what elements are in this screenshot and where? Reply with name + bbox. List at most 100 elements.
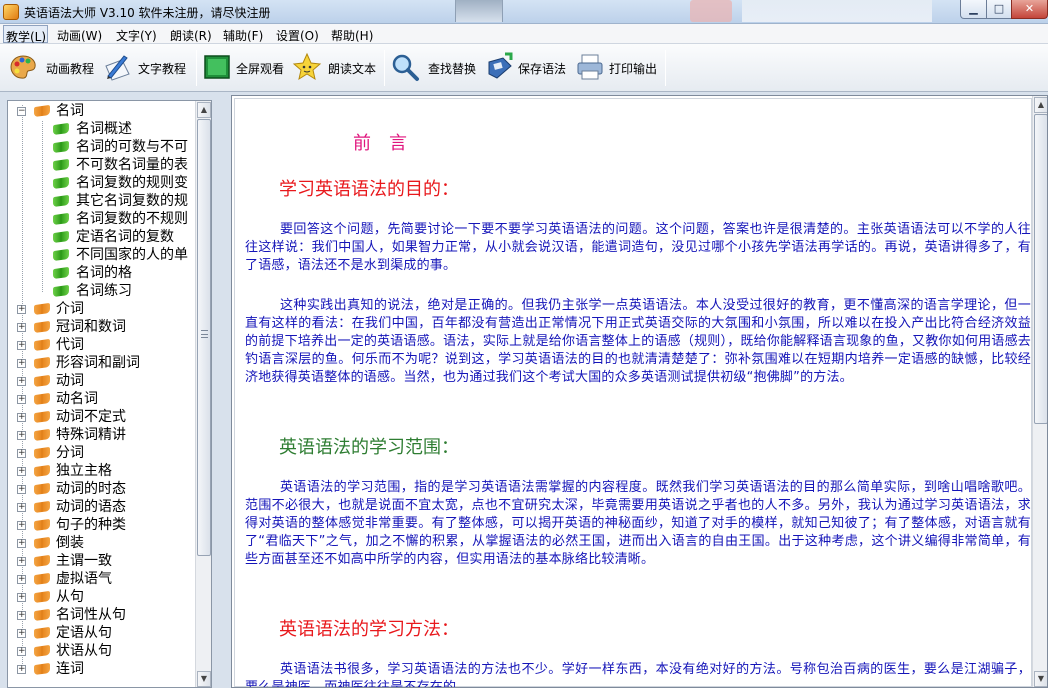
- tree-node[interactable]: + 动名词: [16, 390, 196, 408]
- expand-icon[interactable]: +: [17, 539, 26, 548]
- app-icon[interactable]: [3, 4, 19, 20]
- expand-icon[interactable]: +: [17, 395, 26, 404]
- tree-leaf[interactable]: 名词复数的不规则: [36, 210, 196, 228]
- scroll-up-arrow-icon[interactable]: ▲: [1034, 97, 1047, 113]
- tree-node[interactable]: + 冠词和数词: [16, 318, 196, 336]
- tree-node[interactable]: + 独立主格: [16, 462, 196, 480]
- tree-leaf[interactable]: 不可数名词量的表: [36, 156, 196, 174]
- animation-tutorial-button[interactable]: 动画教程: [8, 48, 100, 88]
- close-button[interactable]: ✕: [1011, 0, 1048, 19]
- tree-node-label: 动词: [56, 373, 84, 389]
- book-icon: [33, 645, 51, 657]
- tree-node[interactable]: + 状语从句: [16, 642, 196, 660]
- tree-node-label: 动词的语态: [56, 499, 126, 515]
- menu-text[interactable]: 文字(Y): [116, 27, 157, 44]
- scroll-down-arrow-icon[interactable]: ▼: [197, 671, 211, 687]
- tree-node-noun[interactable]: − 名词: [16, 102, 196, 120]
- star-face-icon: [292, 52, 322, 81]
- panel-splitter[interactable]: [216, 96, 222, 688]
- save-grammar-button[interactable]: 保存语法: [485, 48, 573, 88]
- expand-icon[interactable]: +: [17, 467, 26, 476]
- expand-icon[interactable]: +: [17, 629, 26, 638]
- expand-icon[interactable]: +: [17, 503, 26, 512]
- minimize-button[interactable]: ▁: [960, 0, 987, 19]
- tree-node[interactable]: + 动词不定式: [16, 408, 196, 426]
- menu-assist[interactable]: 辅助(F): [223, 27, 263, 44]
- tree-leaf[interactable]: 不同国家的人的单: [36, 246, 196, 264]
- scroll-thumb[interactable]: [197, 119, 211, 556]
- expand-icon[interactable]: +: [17, 611, 26, 620]
- tree-node[interactable]: + 虚拟语气: [16, 570, 196, 588]
- tree-leaf[interactable]: 定语名词的复数: [36, 228, 196, 246]
- scroll-thumb[interactable]: [1034, 114, 1047, 424]
- expand-icon[interactable]: +: [17, 431, 26, 440]
- tree-node[interactable]: + 从句: [16, 588, 196, 606]
- tree-node[interactable]: + 分词: [16, 444, 196, 462]
- tree-node[interactable]: + 倒装: [16, 534, 196, 552]
- tree-scrollbar[interactable]: ▲ ▼: [195, 101, 211, 687]
- document-content[interactable]: 前 言 学习英语语法的目的： 要回答这个问题，先简要讨论一下要不要学习英语语法的…: [234, 98, 1032, 687]
- expand-icon[interactable]: +: [17, 323, 26, 332]
- tree-node[interactable]: + 名词性从句: [16, 606, 196, 624]
- tree-leaf[interactable]: 名词练习: [36, 282, 196, 300]
- fullscreen-view-button[interactable]: 全屏观看: [202, 48, 290, 88]
- menu-teach[interactable]: 教学(L): [3, 25, 48, 44]
- tree-node[interactable]: + 形容词和副词: [16, 354, 196, 372]
- book-icon: [33, 447, 51, 459]
- tree-node-label: 介词: [56, 301, 84, 317]
- collapse-icon[interactable]: −: [17, 107, 26, 116]
- expand-icon[interactable]: +: [17, 377, 26, 386]
- text-tutorial-button[interactable]: 文字教程: [102, 48, 194, 88]
- tree-node[interactable]: + 动词的时态: [16, 480, 196, 498]
- tree-node[interactable]: + 代词: [16, 336, 196, 354]
- document-scrollbar[interactable]: ▲ ▼: [1032, 96, 1047, 687]
- paragraph-1: 要回答这个问题，先简要讨论一下要不要学习英语语法的问题。这个问题，答案也许是很清…: [245, 222, 1031, 273]
- menu-help[interactable]: 帮助(H): [331, 27, 373, 44]
- tree-node[interactable]: + 定语从句: [16, 624, 196, 642]
- scroll-up-arrow-icon[interactable]: ▲: [197, 102, 211, 118]
- expand-icon[interactable]: +: [17, 449, 26, 458]
- tree-node[interactable]: + 句子的种类: [16, 516, 196, 534]
- tree-node[interactable]: + 动词: [16, 372, 196, 390]
- expand-icon[interactable]: +: [17, 593, 26, 602]
- leaf-book-icon: [52, 267, 70, 279]
- book-icon: [33, 411, 51, 423]
- maximize-button[interactable]: □: [986, 0, 1012, 19]
- book-icon: [33, 573, 51, 585]
- document-panel[interactable]: 前 言 学习英语语法的目的： 要回答这个问题，先简要讨论一下要不要学习英语语法的…: [231, 95, 1048, 688]
- scroll-down-arrow-icon[interactable]: ▼: [1034, 671, 1047, 687]
- expand-icon[interactable]: +: [17, 575, 26, 584]
- expand-icon[interactable]: +: [17, 485, 26, 494]
- tree-node[interactable]: + 主谓一致: [16, 552, 196, 570]
- find-replace-button[interactable]: 查找替换: [390, 48, 482, 88]
- tree-node[interactable]: + 特殊词精讲: [16, 426, 196, 444]
- toolbar-separator: [665, 50, 666, 86]
- tree-leaf[interactable]: 名词复数的规则变: [36, 174, 196, 192]
- tree-leaf[interactable]: 名词的格: [36, 264, 196, 282]
- grammar-tree-panel[interactable]: − 名词 名词概述 名词的可数与不可 不可数名词量的表 名词复数的规则变 其它名…: [7, 100, 212, 688]
- expand-icon[interactable]: +: [17, 413, 26, 422]
- menu-settings[interactable]: 设置(O): [276, 27, 319, 44]
- expand-icon[interactable]: +: [17, 521, 26, 530]
- expand-icon[interactable]: +: [17, 305, 26, 314]
- expand-icon[interactable]: +: [17, 359, 26, 368]
- tree-node[interactable]: + 连词: [16, 660, 196, 678]
- menu-read[interactable]: 朗读(R): [170, 27, 212, 44]
- tree-leaf[interactable]: 其它名词复数的规: [36, 192, 196, 210]
- read-text-button[interactable]: 朗读文本: [292, 48, 382, 88]
- expand-icon[interactable]: +: [17, 665, 26, 674]
- tree-leaf[interactable]: 名词的可数与不可: [36, 138, 196, 156]
- tree-leaf[interactable]: 名词概述: [36, 120, 196, 138]
- book-icon: [33, 501, 51, 513]
- tree-node[interactable]: + 动词的语态: [16, 498, 196, 516]
- tree-leaf-label: 名词的可数与不可: [76, 139, 188, 155]
- animation-tutorial-label: 动画教程: [46, 62, 95, 76]
- expand-icon[interactable]: +: [17, 557, 26, 566]
- book-icon: [33, 537, 51, 549]
- print-output-button[interactable]: 打印输出: [575, 48, 663, 88]
- tree-node[interactable]: + 介词: [16, 300, 196, 318]
- magnifier-icon: [392, 54, 419, 81]
- expand-icon[interactable]: +: [17, 647, 26, 656]
- menu-animation[interactable]: 动画(W): [57, 27, 102, 44]
- expand-icon[interactable]: +: [17, 341, 26, 350]
